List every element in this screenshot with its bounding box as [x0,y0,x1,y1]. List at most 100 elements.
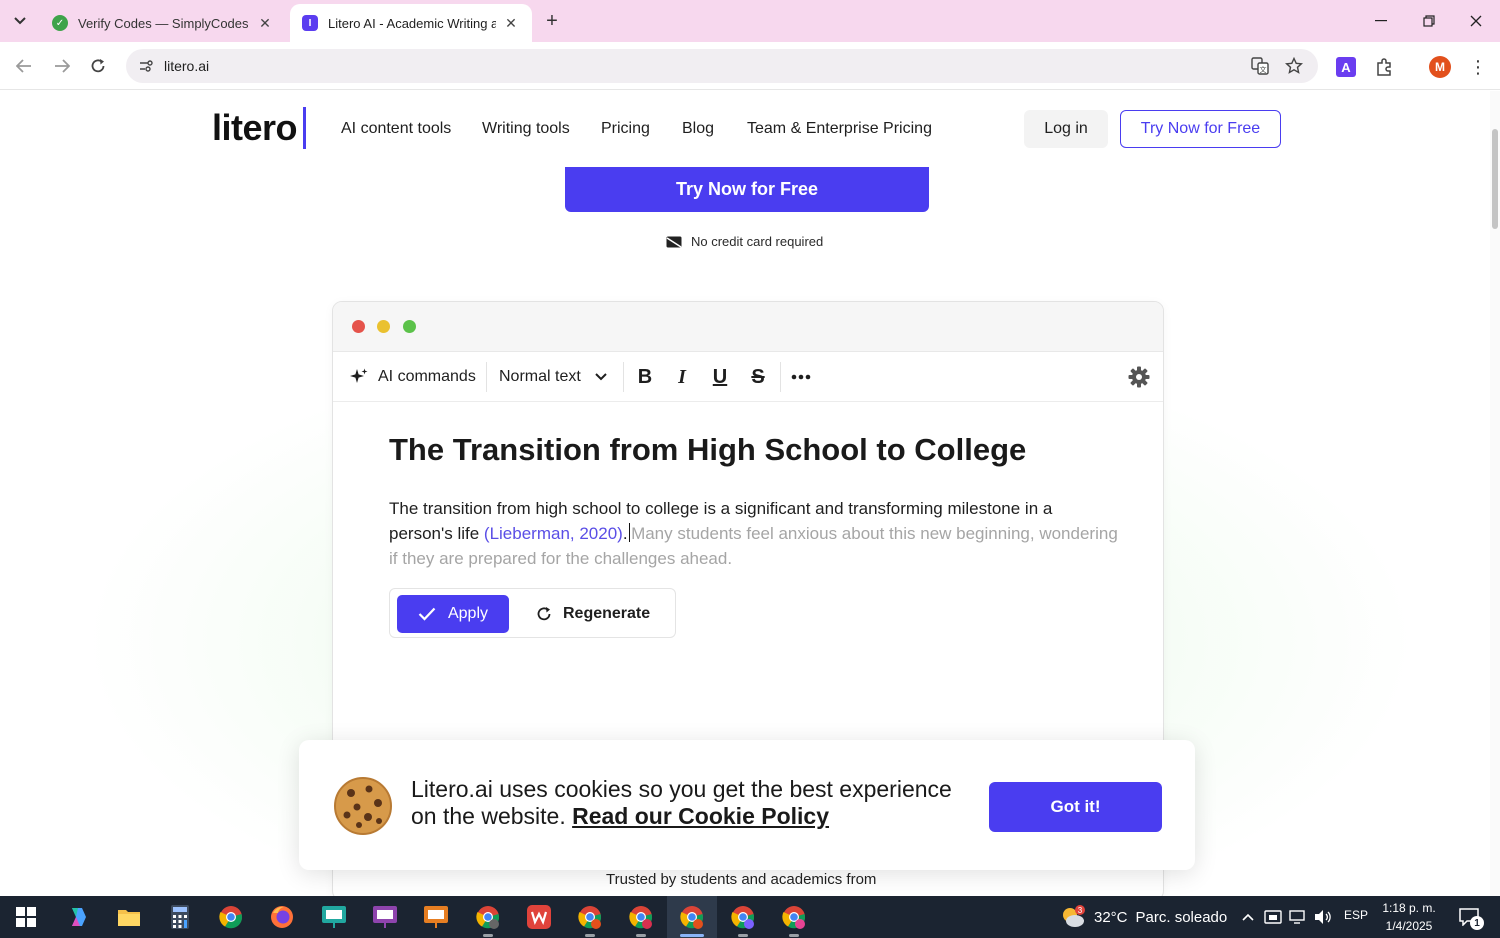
logo-cursor-bar [303,107,306,149]
tab-simplycodes[interactable]: ✓ Verify Codes — SimplyCodes ✕ [40,4,286,42]
litero-logo[interactable]: litero [212,107,298,149]
profile-avatar[interactable]: M [1429,56,1451,78]
file-explorer-icon[interactable] [115,903,143,931]
clock-time: 1:18 p. m. [1382,901,1436,915]
chrome-profile-5-icon[interactable] [729,903,757,937]
wps-office-icon[interactable] [525,903,553,931]
page-scrollbar[interactable] [1490,91,1500,896]
bookmark-star-icon[interactable] [1284,56,1304,76]
close-tab-icon[interactable]: ✕ [256,14,274,32]
regenerate-label: Regenerate [563,605,651,622]
translate-icon[interactable]: 文 [1250,56,1270,76]
trusted-by-heading: Trusted by students and academics from [606,871,877,888]
cookie-banner: Litero.ai uses cookies so you get the be… [299,740,1195,870]
document-title[interactable]: The Transition from High School to Colle… [389,432,1026,468]
document-body[interactable]: The transition from high school to colle… [389,496,1119,571]
simplycodes-favicon-icon: ✓ [52,15,68,31]
window-close-icon[interactable] [1461,8,1491,34]
apply-button[interactable]: Apply [397,595,509,633]
toolbar-divider [486,362,487,392]
chrome-profile-3-icon[interactable] [627,903,655,937]
weather-widget[interactable]: 3 32°C Parc. soleado [1060,896,1227,938]
nav-pricing[interactable]: Pricing [601,120,650,138]
gear-icon[interactable] [1126,364,1152,390]
chrome-profile-4-icon[interactable] [678,903,706,937]
reload-icon[interactable] [86,54,110,78]
address-bar[interactable]: litero.ai 文 [126,49,1318,83]
browser-menu-icon[interactable]: ⋮ [1468,56,1488,78]
cookie-message: Litero.ai uses cookies so you get the be… [411,776,971,830]
copilot-icon[interactable] [64,903,92,931]
italic-button[interactable]: I [669,364,695,390]
nav-ai-content-tools[interactable]: AI content tools [341,120,451,138]
bold-button[interactable]: B [632,364,658,390]
cookie-icon [334,777,392,835]
presentation-app-purple-icon[interactable] [371,903,399,931]
browser-toolbar: litero.ai 文 A M ⋮ [0,42,1500,90]
try-now-main-button[interactable]: Try Now for Free [565,166,929,212]
underline-button[interactable]: U [707,364,733,390]
tab-litero[interactable]: I Litero AI - Academic Writing and ✕ [290,4,532,42]
chevron-down-icon [595,373,607,381]
close-tab-icon[interactable]: ✕ [502,14,520,32]
more-options-icon[interactable] [788,364,814,390]
chrome-profile-6-icon[interactable] [780,903,808,937]
chrome-profile-2-icon[interactable] [576,903,604,937]
presentation-app-orange-icon[interactable] [422,903,450,931]
got-it-button[interactable]: Got it! [989,782,1162,832]
toolbar-divider [623,362,624,392]
ai-commands-label: AI commands [378,368,476,385]
chrome-profile-1-icon[interactable] [474,903,502,937]
weather-condition: Parc. soleado [1135,908,1228,926]
text-caret [628,523,631,542]
tab-title: Verify Codes — SimplyCodes [78,15,249,31]
url-text[interactable]: litero.ai [164,58,209,74]
chrome-icon[interactable] [217,903,245,931]
log-in-button[interactable]: Log in [1024,110,1108,148]
firefox-icon[interactable] [268,903,296,931]
presentation-app-icon[interactable] [320,903,348,931]
nav-blog[interactable]: Blog [682,120,714,138]
extension-a-icon[interactable]: A [1335,56,1357,78]
chevron-down-icon [14,17,26,25]
forward-arrow-icon[interactable] [50,54,74,78]
yellow-dot-icon [377,320,390,333]
calculator-icon[interactable] [166,903,194,931]
weather-sun-cloud-icon: 3 [1063,905,1085,927]
windows-taskbar: 3 32°C Parc. soleado ESP 1:18 p. m. 1/4/… [0,896,1500,938]
language-indicator[interactable]: ESP [1344,908,1368,922]
nav-team-enterprise-pricing[interactable]: Team & Enterprise Pricing [747,120,932,138]
svg-text:A: A [1341,60,1351,75]
new-tab-plus-icon[interactable]: + [540,9,564,33]
system-clock[interactable]: 1:18 p. m. 1/4/2025 [1378,899,1440,935]
site-settings-icon[interactable] [138,58,154,74]
volume-icon[interactable] [1313,907,1333,927]
litero-favicon-icon: I [302,15,318,31]
extensions-puzzle-icon[interactable] [1373,56,1395,78]
tab-search-button[interactable] [6,7,34,35]
regenerate-button[interactable]: Regenerate [536,595,650,633]
ai-commands-button[interactable]: AI commands [349,352,476,402]
cookie-policy-link[interactable]: Read our Cookie Policy [572,803,829,829]
back-arrow-icon[interactable] [12,54,36,78]
tray-chevron-up-icon[interactable] [1238,907,1258,927]
page-viewport: Try Now for Free No credit card required… [0,91,1500,896]
minimize-icon[interactable] [1366,8,1396,34]
apply-label: Apply [447,605,489,622]
no-credit-card-text: No credit card required [691,234,824,249]
tray-app-icon[interactable] [1263,907,1283,927]
checkmark-icon [418,607,436,621]
text-style-label: Normal text [499,368,581,385]
red-dot-icon [352,320,365,333]
windows-start-icon[interactable] [12,903,40,931]
refresh-icon [537,607,551,621]
strikethrough-button[interactable]: S [745,364,771,390]
restore-icon[interactable] [1414,8,1444,34]
green-dot-icon [403,320,416,333]
text-style-dropdown[interactable]: Normal text [499,352,607,402]
weather-temp: 32°C [1094,908,1128,926]
network-icon[interactable] [1288,907,1308,927]
try-now-header-button[interactable]: Try Now for Free [1120,110,1281,148]
nav-writing-tools[interactable]: Writing tools [482,120,570,138]
scrollbar-thumb[interactable] [1492,129,1498,229]
